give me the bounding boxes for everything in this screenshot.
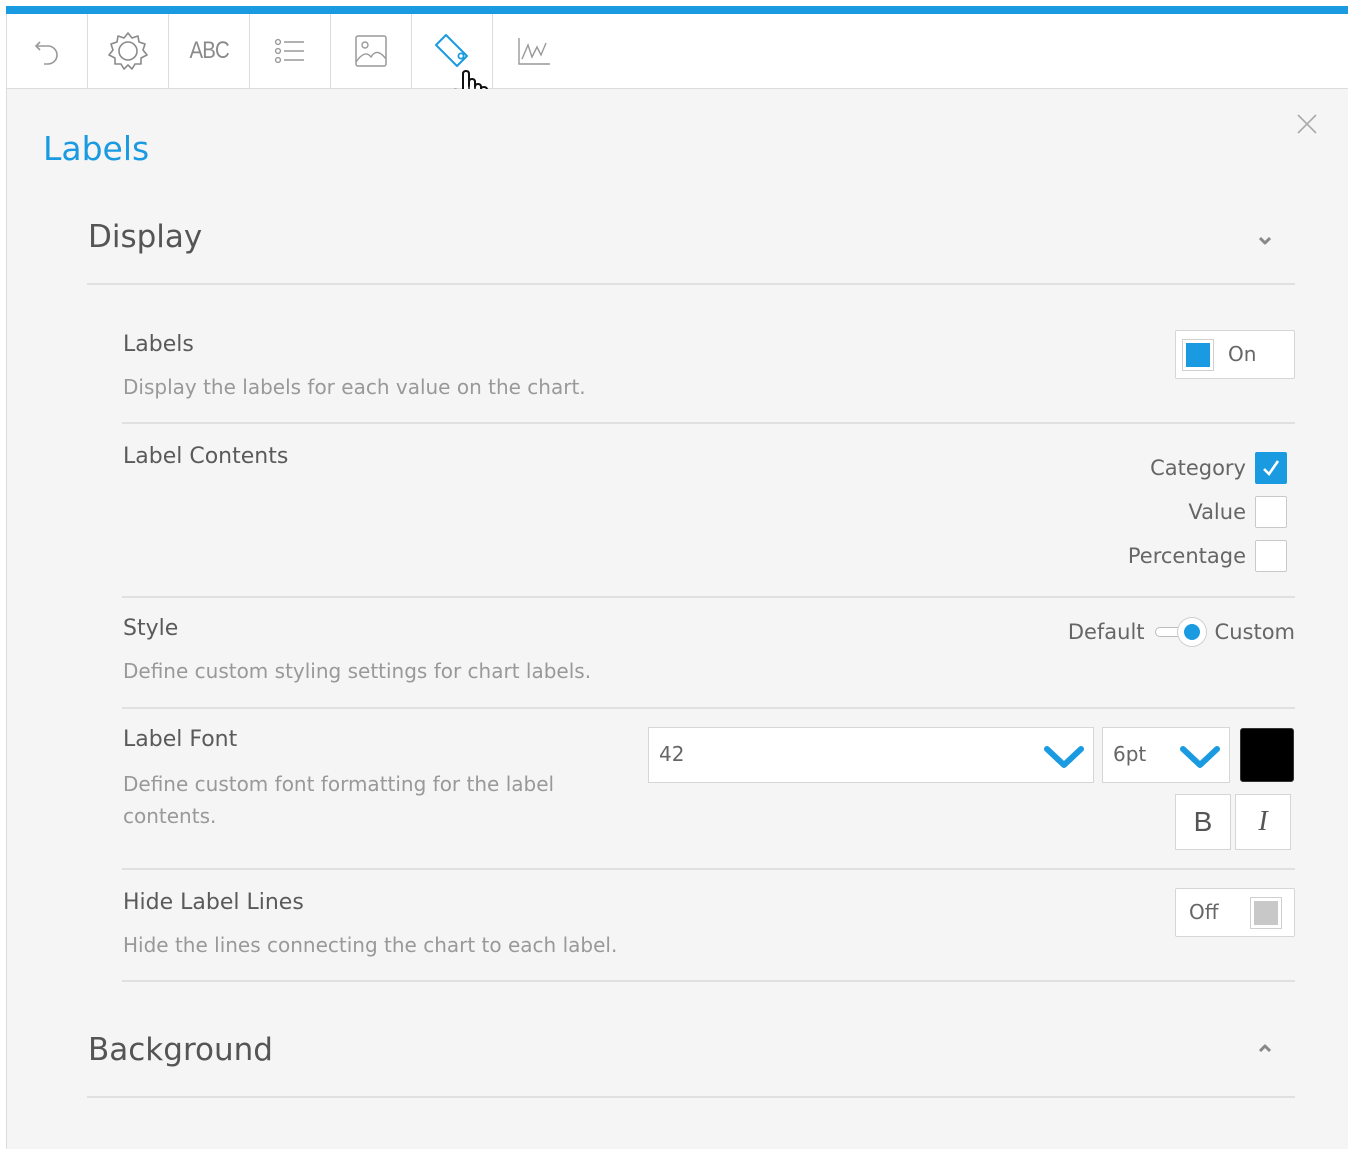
top-accent-bar — [6, 6, 1348, 14]
toolbar: ABC — [6, 14, 1348, 89]
background-section-header[interactable]: Background — [87, 992, 1295, 1098]
style-description: Define custom styling settings for chart… — [123, 659, 592, 683]
label-contents-title: Label Contents — [123, 444, 289, 469]
panel-title: Labels — [43, 129, 150, 168]
labels-toggle[interactable]: On — [1175, 330, 1295, 379]
style-row: Style Define custom styling settings for… — [122, 598, 1295, 709]
undo-icon — [34, 41, 58, 65]
hide-label-lines-title: Hide Label Lines — [123, 890, 304, 915]
labels-toggle-label: On — [1228, 342, 1257, 366]
checkmark-icon — [1263, 460, 1280, 477]
chart-tab[interactable] — [493, 14, 574, 88]
bold-button[interactable]: B — [1175, 794, 1231, 850]
display-section-title: Display — [88, 219, 203, 255]
style-switch[interactable]: Default Custom — [1068, 616, 1295, 648]
style-default-label[interactable]: Default — [1068, 620, 1145, 644]
value-label: Value — [1188, 500, 1246, 524]
chevron-down-icon[interactable] — [1179, 745, 1221, 769]
value-option[interactable]: Value — [1188, 496, 1287, 528]
label-font-title: Label Font — [123, 727, 238, 752]
labels-panel: Labels Display Labels Display the labels… — [6, 89, 1348, 1149]
chevron-down-icon[interactable] — [1257, 235, 1273, 247]
text-tab[interactable]: ABC — [169, 14, 250, 88]
list-tab[interactable] — [250, 14, 331, 88]
chevron-up-icon[interactable] — [1257, 1042, 1273, 1054]
category-label: Category — [1150, 456, 1246, 480]
style-switch-track[interactable] — [1153, 617, 1209, 647]
text-tab-label: ABC — [189, 37, 229, 64]
hide-label-lines-toggle[interactable]: Off — [1175, 888, 1295, 937]
style-custom-label[interactable]: Custom — [1215, 620, 1295, 644]
gear-icon — [108, 32, 148, 70]
value-checkbox[interactable] — [1255, 496, 1287, 528]
switch-knob[interactable] — [1176, 617, 1207, 647]
percentage-option[interactable]: Percentage — [1128, 540, 1287, 572]
labels-row: Labels Display the labels for each value… — [122, 304, 1295, 424]
line-chart-icon — [517, 38, 550, 65]
percentage-checkbox[interactable] — [1255, 540, 1287, 572]
toggle-knob — [1250, 897, 1282, 929]
category-option[interactable]: Category — [1150, 452, 1287, 484]
category-checkbox[interactable] — [1255, 452, 1287, 484]
chevron-down-icon[interactable] — [1043, 745, 1085, 769]
background-section-title: Background — [88, 1032, 273, 1068]
hide-label-lines-row: Hide Label Lines Hide the lines connecti… — [122, 870, 1295, 982]
font-family-select[interactable]: 42 — [648, 727, 1094, 783]
display-section-header[interactable]: Display — [87, 179, 1295, 285]
image-icon — [355, 35, 387, 67]
font-color-swatch[interactable] — [1240, 728, 1294, 782]
hide-label-lines-toggle-label: Off — [1189, 900, 1219, 924]
labels-row-title: Labels — [123, 332, 194, 357]
image-tab[interactable] — [331, 14, 412, 88]
font-size-select[interactable]: 6pt — [1102, 727, 1230, 783]
tag-icon — [435, 34, 468, 67]
italic-button[interactable]: I — [1235, 794, 1291, 850]
hide-label-lines-description: Hide the lines connecting the chart to e… — [123, 933, 618, 957]
style-title: Style — [123, 616, 179, 641]
labels-row-description: Display the labels for each value on the… — [123, 375, 586, 399]
percentage-label: Percentage — [1127, 544, 1246, 568]
label-font-row: Label Font Define custom font formatting… — [122, 709, 1295, 870]
label-contents-row: Label Contents Category Value Percentage — [122, 424, 1295, 598]
toggle-knob — [1182, 339, 1214, 371]
list-icon — [274, 38, 304, 64]
label-font-description: Define custom font formatting for the la… — [123, 772, 555, 828]
font-size-value: 6pt — [1113, 742, 1147, 766]
settings-tab[interactable] — [88, 14, 169, 88]
undo-button[interactable] — [7, 14, 88, 88]
close-icon[interactable] — [1296, 113, 1318, 135]
font-family-value: 42 — [659, 742, 685, 766]
